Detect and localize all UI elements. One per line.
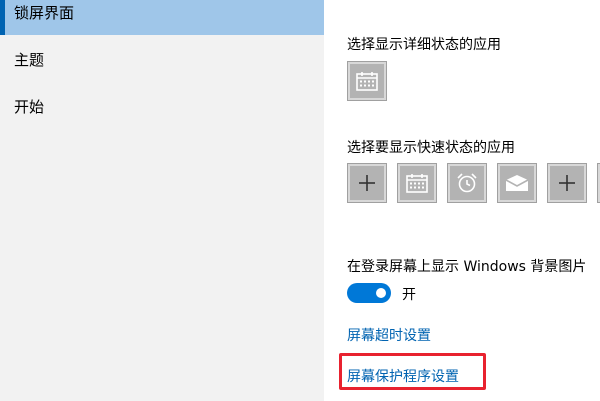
calendar-icon: [356, 72, 378, 91]
sidebar-item-label: 主题: [14, 50, 45, 69]
quick-status-slot-alarms[interactable]: [447, 163, 487, 203]
background-toggle[interactable]: [347, 283, 391, 303]
settings-main-panel: 选择显示详细状态的应用 选择要显示快速状态的应用 在登录屏幕上显示 Window…: [324, 0, 600, 401]
sidebar-item-themes[interactable]: 主题: [0, 36, 324, 82]
settings-sidebar: 锁屏界面 主题 开始: [0, 0, 324, 401]
toggle-knob: [376, 288, 386, 298]
quick-status-title: 选择要显示快速状态的应用: [347, 140, 515, 156]
plus-icon: [359, 175, 375, 191]
quick-status-slot-calendar[interactable]: [397, 163, 437, 203]
detailed-status-app-calendar[interactable]: [347, 61, 387, 101]
plus-icon: [559, 175, 575, 191]
sidebar-item-start[interactable]: 开始: [0, 83, 324, 129]
background-on-signin-title: 在登录屏幕上显示 Windows 背景图片: [347, 259, 587, 275]
quick-status-slot-mail[interactable]: [497, 163, 537, 203]
toggle-state-label: 开: [402, 287, 416, 303]
alarm-clock-icon: [457, 173, 477, 193]
detailed-status-title: 选择显示详细状态的应用: [347, 37, 501, 53]
sidebar-item-lock-screen[interactable]: 锁屏界面: [0, 0, 324, 35]
lock-screen-settings-window: 锁屏界面 主题 开始 选择显示详细状态的应用 选择要显示快速状态的应用 在登录屏…: [0, 0, 600, 401]
quick-status-slot-1[interactable]: [347, 163, 387, 203]
calendar-icon: [406, 174, 428, 193]
screen-timeout-settings-link[interactable]: 屏幕超时设置: [347, 325, 431, 345]
selection-indicator: [0, 0, 5, 35]
quick-status-slot-5[interactable]: [547, 163, 587, 203]
sidebar-item-label: 锁屏界面: [14, 3, 75, 22]
highlight-annotation-box: [339, 353, 486, 390]
sidebar-item-label: 开始: [14, 97, 45, 116]
mail-icon: [505, 175, 529, 191]
